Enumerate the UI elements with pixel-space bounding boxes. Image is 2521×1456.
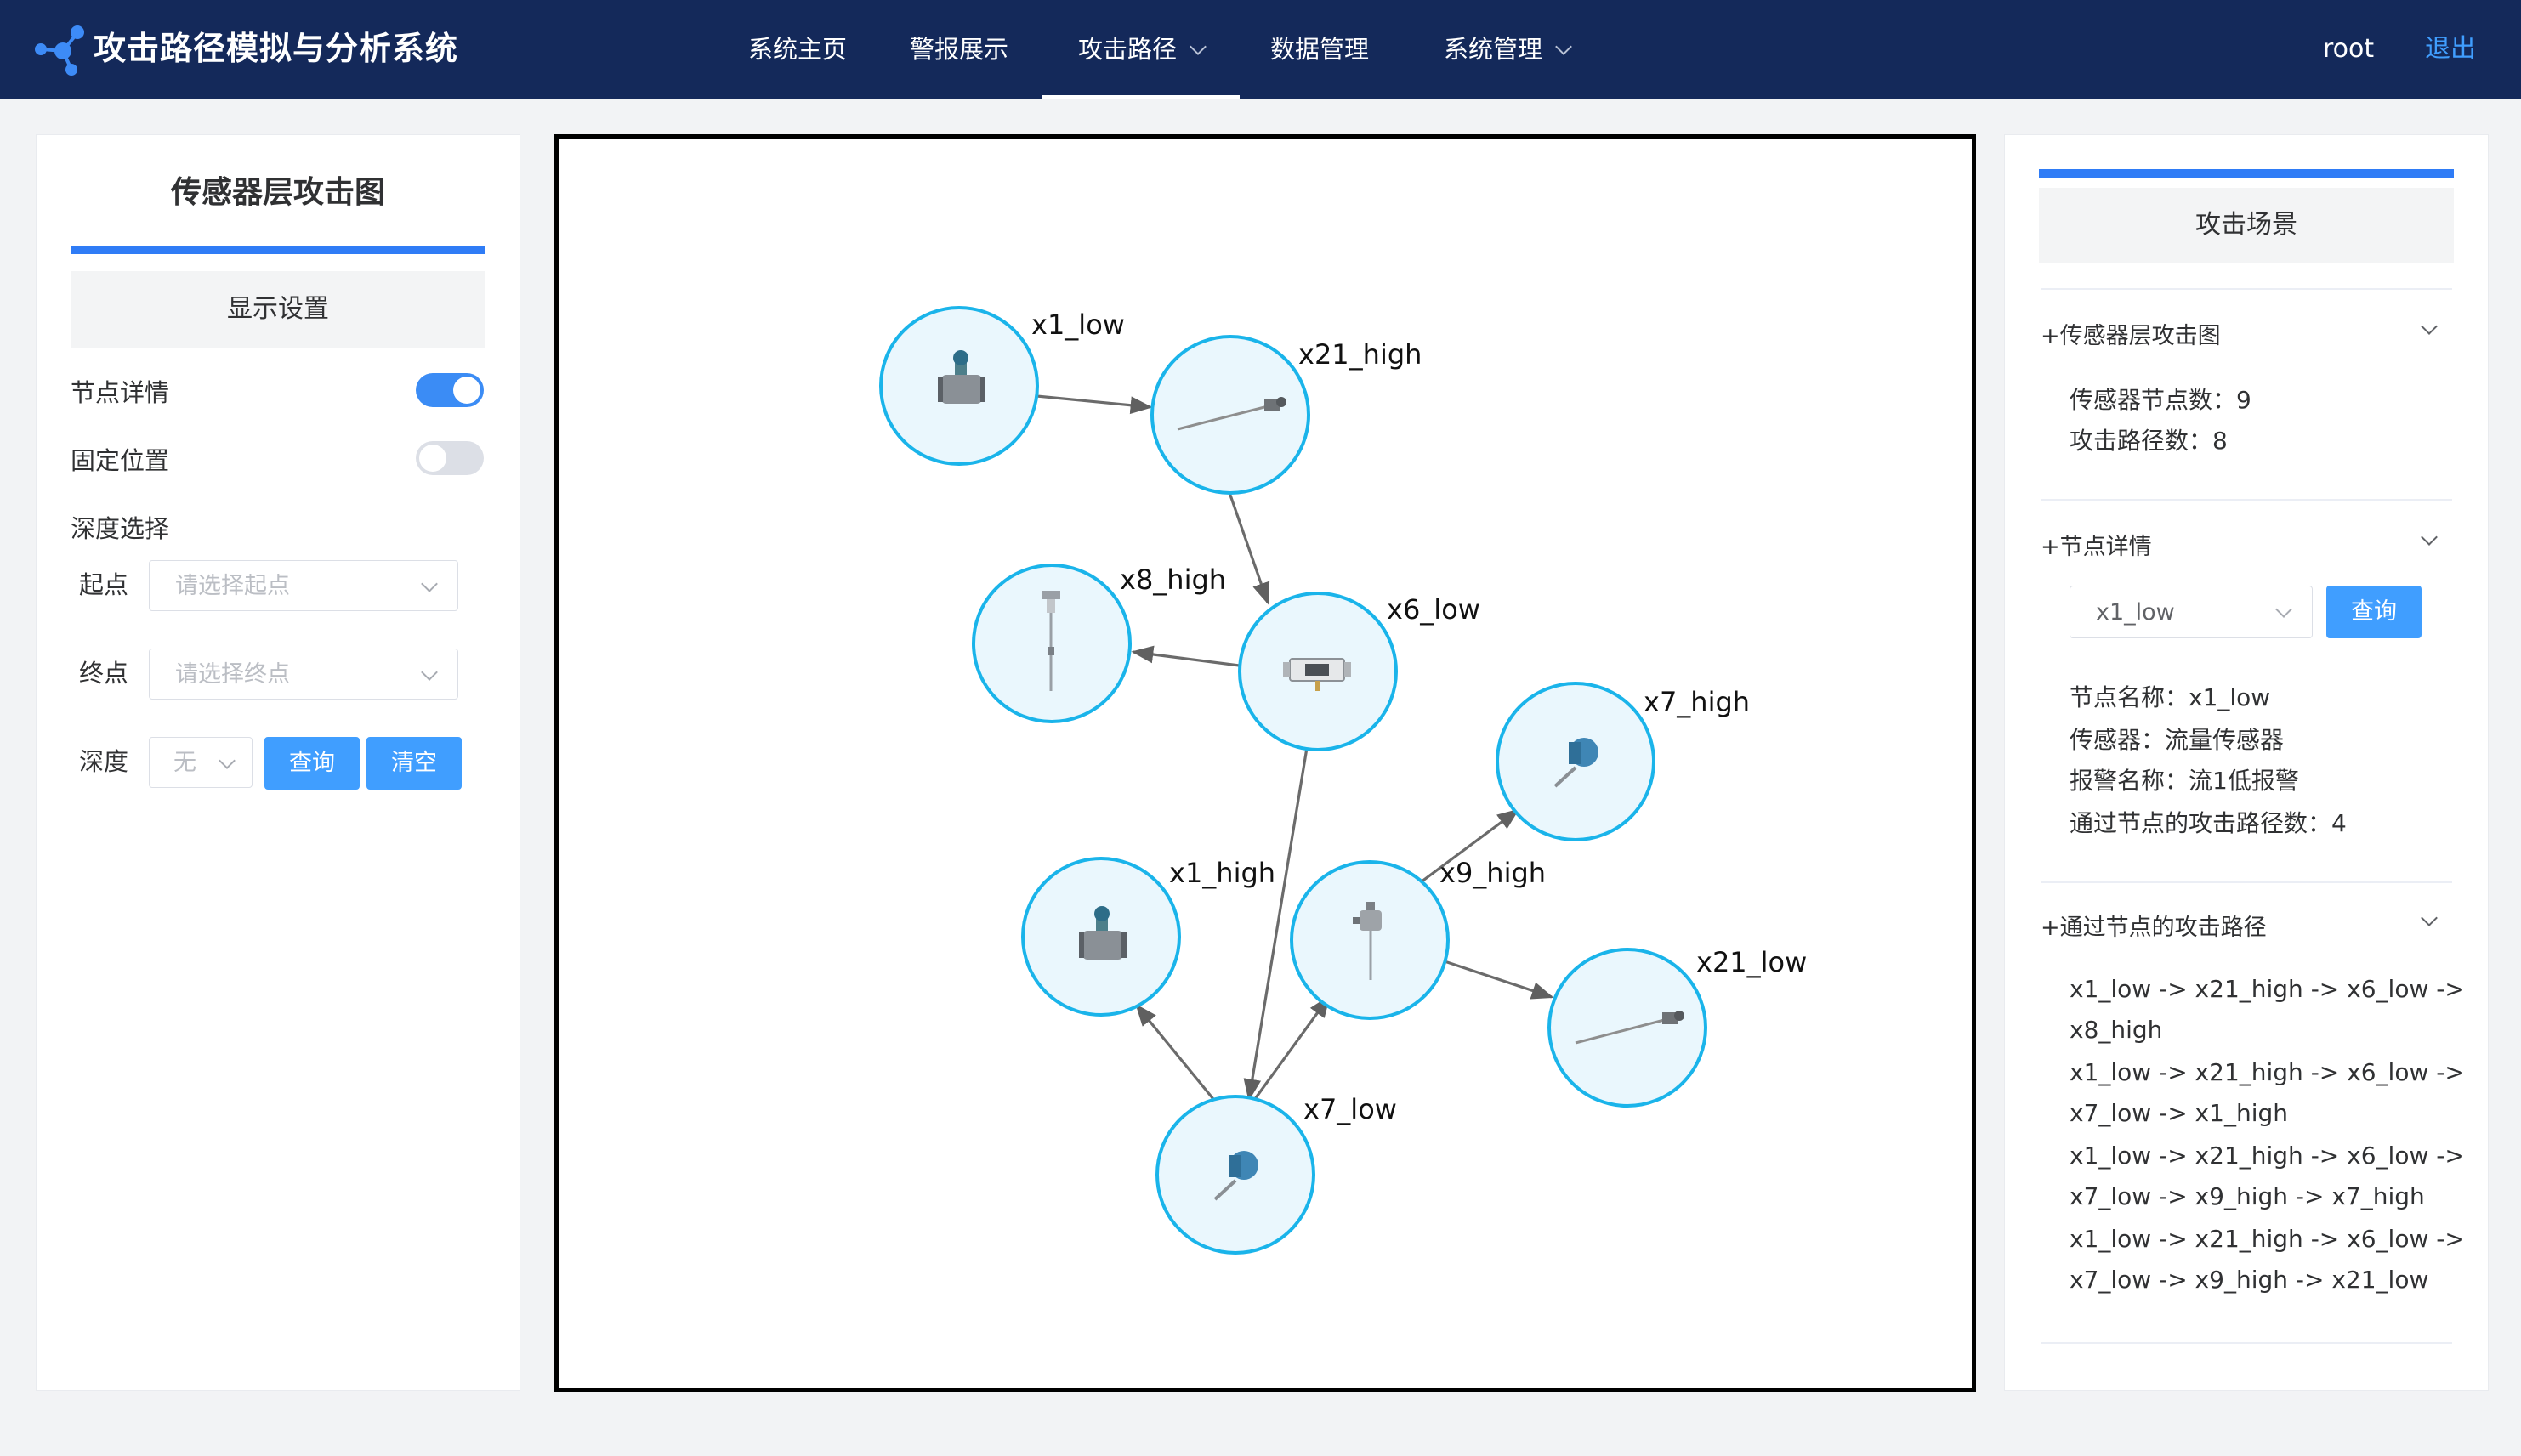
- node-label: x7_low: [1303, 1093, 1397, 1125]
- node-label: x21_high: [1298, 338, 1422, 371]
- nav-system-management[interactable]: 系统管理: [1422, 0, 1592, 99]
- graph-node-x21-low[interactable]: x21_low: [1547, 946, 1807, 1108]
- edge-x21high-x6low[interactable]: [1225, 484, 1270, 605]
- sensor-node-count: 传感器节点数：9: [2070, 386, 2251, 414]
- end-select-placeholder: 请选择终点: [175, 661, 290, 688]
- depth-query-button[interactable]: 查询: [264, 737, 360, 790]
- nav-home[interactable]: 系统主页: [733, 0, 862, 99]
- nav-home-label: 系统主页: [747, 35, 847, 64]
- section-divider: [2041, 288, 2452, 290]
- panel-title: 传感器层攻击图: [170, 175, 385, 210]
- section-divider: [2041, 1342, 2452, 1344]
- section-sensor-attack-graph-toggle[interactable]: +传感器层攻击图: [2041, 317, 2221, 350]
- path-line: x7_low -> x9_high -> x7_high: [2070, 1182, 2425, 1210]
- node-query-button[interactable]: 查询: [2326, 586, 2422, 638]
- app-logo-icon: [35, 25, 84, 76]
- graph-node-x8-high[interactable]: x8_high: [972, 564, 1226, 723]
- path-line: x8_high: [2070, 1016, 2163, 1044]
- node-select-value: x1_low: [2096, 599, 2175, 626]
- section-node-detail-toggle[interactable]: +节点详情: [2041, 528, 2152, 561]
- attack-path-count: 攻击路径数：8: [2070, 427, 2228, 455]
- display-settings-header: 显示设置: [71, 271, 485, 348]
- depth-clear-button[interactable]: 清空: [366, 737, 462, 790]
- top-navbar: 攻击路径模拟与分析系统 系统主页 警报展示 攻击路径 数据管理 系统管理 roo…: [0, 0, 2521, 99]
- edge-x7low-x1high[interactable]: [1135, 1003, 1215, 1101]
- attack-graph-svg[interactable]: x1_low x21_high x8_high x6_low x7_high x…: [559, 139, 1972, 1388]
- toggle-knob: [453, 377, 480, 404]
- user-name: root: [2323, 34, 2375, 64]
- node-label: x1_low: [1031, 309, 1125, 341]
- node-label: x9_high: [1439, 857, 1546, 889]
- attack-graph-canvas[interactable]: x1_low x21_high x8_high x6_low x7_high x…: [554, 134, 1976, 1392]
- chevron-down-icon: [1190, 38, 1207, 55]
- graph-node-x1-low[interactable]: x1_low: [879, 306, 1125, 466]
- path-line: x1_low -> x21_high -> x6_low ->: [2070, 1142, 2465, 1170]
- nav-data-management-label: 数据管理: [1269, 35, 1369, 64]
- node-name-info: 节点名称：x1_low: [2070, 683, 2271, 711]
- start-label: 起点: [79, 570, 129, 599]
- depth-section-label: 深度选择: [71, 514, 170, 543]
- header-accent-bar: [2039, 169, 2454, 178]
- node-label: x6_low: [1387, 593, 1480, 626]
- sensor-type-info: 传感器：流量传感器: [2070, 726, 2285, 754]
- node-select[interactable]: x1_low: [2070, 586, 2313, 638]
- node-label: x21_low: [1696, 946, 1807, 978]
- alarm-name-info: 报警名称：流1低报警: [2070, 767, 2299, 795]
- graph-nodes: x1_low x21_high x8_high x6_low x7_high x…: [879, 306, 1807, 1255]
- chevron-down-icon: [2275, 601, 2292, 618]
- nav-alerts-label: 警报展示: [909, 35, 1008, 64]
- section-node-paths-toggle[interactable]: +通过节点的攻击路径: [2041, 909, 2267, 942]
- right-info-panel: 攻击场景 +传感器层攻击图 传感器节点数：9 攻击路径数：8 +节点详情 x1_…: [2004, 134, 2489, 1391]
- depth-select-value: 无: [173, 750, 196, 776]
- nav-attack-path[interactable]: 攻击路径: [1042, 0, 1240, 99]
- graph-node-x1-high[interactable]: x1_high: [1021, 857, 1275, 1017]
- title-underline: [71, 246, 485, 254]
- end-label: 终点: [79, 659, 129, 688]
- depth-label: 深度: [79, 747, 129, 776]
- node-label: x7_high: [1644, 686, 1750, 718]
- fixed-position-label: 固定位置: [71, 446, 170, 475]
- section-divider: [2041, 881, 2452, 883]
- path-line: x1_low -> x21_high -> x6_low ->: [2070, 1225, 2465, 1253]
- edge-x6low-x8high[interactable]: [1131, 645, 1253, 669]
- path-line: x1_low -> x21_high -> x6_low ->: [2070, 975, 2465, 1003]
- graph-node-x7-low[interactable]: x7_low: [1155, 1093, 1397, 1255]
- node-detail-toggle[interactable]: [416, 373, 484, 407]
- graph-node-x9-high[interactable]: x9_high: [1290, 857, 1546, 1020]
- chevron-down-icon: [1555, 38, 1572, 55]
- logout-link[interactable]: 退出: [2425, 0, 2476, 99]
- chevron-down-icon: [219, 752, 236, 769]
- section-divider: [2041, 499, 2452, 501]
- start-select[interactable]: 请选择起点: [149, 560, 458, 611]
- nav-alerts[interactable]: 警报展示: [894, 0, 1024, 99]
- node-detail-label: 节点详情: [71, 378, 170, 407]
- nav-data-management[interactable]: 数据管理: [1255, 0, 1384, 99]
- fixed-position-toggle[interactable]: [416, 441, 484, 475]
- end-select[interactable]: 请选择终点: [149, 649, 458, 700]
- graph-node-x6-low[interactable]: x6_low: [1238, 592, 1480, 751]
- app-title: 攻击路径模拟与分析系统: [94, 30, 459, 67]
- path-line: x1_low -> x21_high -> x6_low ->: [2070, 1058, 2465, 1086]
- toggle-knob: [419, 445, 446, 472]
- path-line: x7_low -> x1_high: [2070, 1099, 2288, 1127]
- nav-attack-path-label: 攻击路径: [1077, 35, 1177, 64]
- node-label: x1_high: [1169, 857, 1275, 889]
- left-control-panel: 传感器层攻击图 显示设置 节点详情 固定位置 深度选择 起点 请选择起点 终点 …: [36, 134, 520, 1391]
- nav-system-management-label: 系统管理: [1443, 35, 1542, 64]
- depth-select[interactable]: 无: [149, 737, 253, 788]
- node-path-count-info: 通过节点的攻击路径数：4: [2070, 809, 2347, 837]
- chevron-down-icon[interactable]: [2421, 318, 2438, 335]
- attack-scenario-header: 攻击场景: [2039, 188, 2454, 263]
- node-label: x8_high: [1120, 564, 1226, 596]
- nav-active-indicator: [1042, 95, 1240, 99]
- path-line: x7_low -> x9_high -> x21_low: [2070, 1266, 2429, 1294]
- chevron-down-icon[interactable]: [2421, 909, 2438, 926]
- chevron-down-icon: [421, 664, 438, 681]
- graph-node-x7-high[interactable]: x7_high: [1496, 682, 1750, 841]
- start-select-placeholder: 请选择起点: [175, 573, 290, 599]
- chevron-down-icon[interactable]: [2421, 529, 2438, 546]
- graph-node-x21-high[interactable]: x21_high: [1150, 335, 1422, 495]
- chevron-down-icon: [421, 575, 438, 592]
